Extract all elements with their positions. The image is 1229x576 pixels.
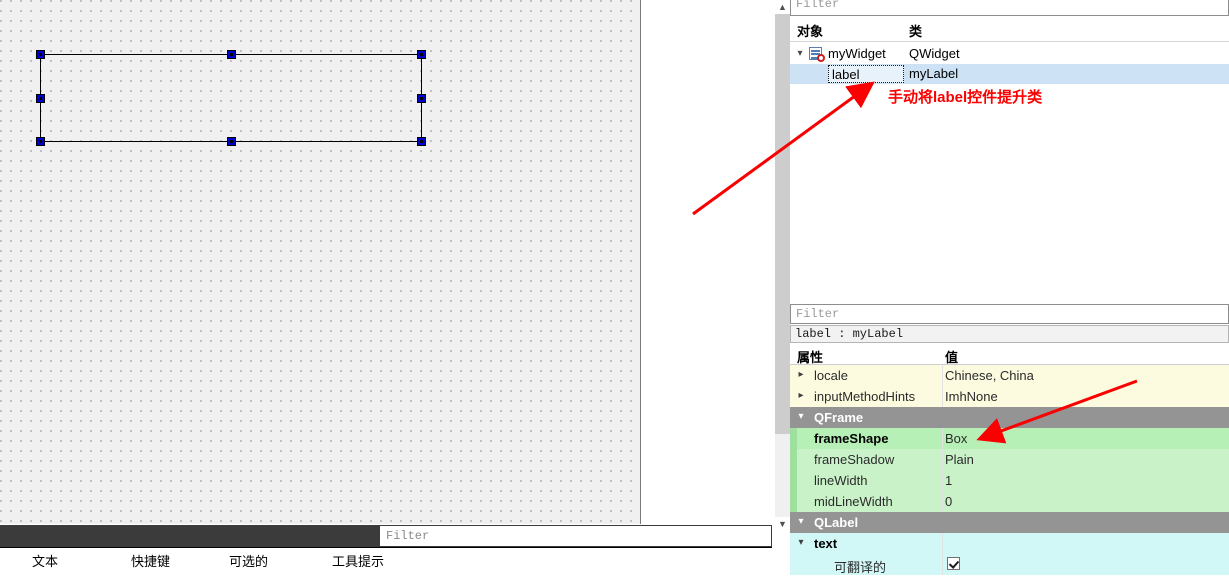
resize-handle-w[interactable]: [36, 93, 45, 103]
resize-handle-ne[interactable]: [417, 50, 426, 59]
chevron-up-icon[interactable]: ▲: [775, 0, 790, 14]
action-column-shortcut[interactable]: 快捷键: [131, 551, 170, 570]
object-name-mywidget: myWidget: [828, 46, 886, 61]
resize-handle-s[interactable]: [226, 137, 236, 146]
chevron-down-icon[interactable]: ▾: [795, 516, 807, 528]
property-value-inputmethodhints[interactable]: ImhNone: [945, 389, 998, 404]
action-column-checkable[interactable]: 可选的: [229, 551, 268, 570]
property-group-qlabel[interactable]: ▾ QLabel: [790, 512, 1229, 533]
object-tree-row-label[interactable]: label myLabel: [790, 64, 1229, 84]
action-column-text[interactable]: 文本: [32, 551, 58, 570]
action-filter-input[interactable]: Filter: [380, 525, 772, 547]
column-divider: [942, 512, 943, 533]
property-row-midlinewidth[interactable]: midLineWidth 0: [790, 491, 1229, 512]
property-row-linewidth[interactable]: lineWidth 1: [790, 470, 1229, 491]
column-divider: [942, 554, 943, 575]
property-name-midlinewidth: midLineWidth: [814, 494, 893, 509]
row-accent-stripe: [790, 491, 797, 512]
column-divider: [942, 407, 943, 428]
row-accent-stripe: [790, 470, 797, 491]
scrollbar-thumb[interactable]: [775, 14, 790, 434]
action-editor-toolbar[interactable]: [0, 525, 380, 547]
chevron-right-icon[interactable]: ▸: [795, 369, 807, 381]
action-column-tooltip[interactable]: 工具提示: [332, 551, 384, 570]
canvas-gutter: [642, 0, 772, 524]
object-name-label: label: [832, 67, 860, 82]
object-inspector-panel: Filter 对象 类 ▾ myWidget QWidget label myL…: [790, 0, 1229, 300]
object-class-qwidget: QWidget: [909, 46, 960, 61]
object-filter-placeholder: Filter: [796, 0, 840, 11]
resize-handle-n[interactable]: [226, 50, 236, 59]
property-group-qframe[interactable]: ▾ QFrame: [790, 407, 1229, 428]
property-row-locale[interactable]: ▸ locale Chinese, China: [790, 365, 1229, 386]
column-divider: [942, 533, 943, 554]
property-name-frameshadow: frameShadow: [814, 452, 895, 467]
property-value-frameshape[interactable]: Box: [945, 431, 967, 446]
property-object-line: label : myLabel: [790, 325, 1229, 343]
property-rows: ▸ locale Chinese, China ▸ inputMethodHin…: [790, 365, 1229, 575]
resize-handle-nw[interactable]: [36, 50, 45, 59]
main-vertical-scrollbar[interactable]: ▲ ▼: [772, 0, 790, 531]
property-column-value[interactable]: 值: [945, 347, 958, 366]
object-column-class[interactable]: 类: [909, 21, 922, 40]
property-value-frameshadow[interactable]: Plain: [945, 452, 974, 467]
object-inspector-filter-input[interactable]: Filter: [790, 0, 1229, 16]
object-class-mylabel: myLabel: [909, 66, 959, 81]
property-value-locale[interactable]: Chinese, China: [945, 368, 1034, 383]
action-editor-panel: Filter 文本 快捷键 可选的 工具提示: [0, 525, 772, 571]
property-group-label-qframe: QFrame: [814, 410, 864, 425]
action-editor-header: 文本 快捷键 可选的 工具提示: [0, 547, 772, 571]
object-tree-row-mywidget[interactable]: ▾ myWidget QWidget: [790, 44, 1229, 64]
property-group-label-qlabel: QLabel: [814, 515, 859, 530]
property-name-text: text: [814, 536, 838, 551]
property-object-label: label : myLabel: [795, 327, 904, 341]
row-accent-stripe: [790, 428, 797, 449]
property-row-translatable[interactable]: 可翻译的: [790, 554, 1229, 575]
property-name-frameshape: frameShape: [814, 431, 889, 446]
property-column-name[interactable]: 属性: [797, 347, 823, 366]
property-row-frameshape[interactable]: frameShape Box: [790, 428, 1229, 449]
chevron-down-icon[interactable]: ▾: [795, 537, 807, 549]
property-row-text[interactable]: ▾ text: [790, 533, 1229, 554]
chevron-down-icon[interactable]: ▾: [795, 411, 807, 423]
property-filter-input[interactable]: Filter: [790, 304, 1229, 324]
chevron-right-icon[interactable]: ▸: [795, 390, 807, 402]
column-divider: [942, 365, 943, 386]
property-row-inputmethodhints[interactable]: ▸ inputMethodHints ImhNone: [790, 386, 1229, 407]
property-row-frameshadow[interactable]: frameShadow Plain: [790, 449, 1229, 470]
property-name-locale: locale: [814, 368, 848, 383]
property-value-midlinewidth[interactable]: 0: [945, 494, 952, 509]
column-divider: [942, 470, 943, 491]
selected-widget-frame[interactable]: [36, 50, 426, 146]
property-name-translatable: 可翻译的: [834, 560, 887, 575]
form-design-canvas[interactable]: [0, 0, 641, 524]
widget-form-icon: [809, 47, 825, 62]
action-filter-placeholder: Filter: [386, 529, 430, 543]
property-editor-header: 属性 值: [790, 344, 1229, 365]
resize-handle-e[interactable]: [417, 93, 426, 103]
column-divider: [942, 386, 943, 407]
column-divider: [942, 449, 943, 470]
property-filter-placeholder: Filter: [796, 307, 840, 321]
property-name-linewidth: lineWidth: [814, 473, 868, 488]
translatable-checkbox[interactable]: [947, 557, 960, 570]
resize-handle-sw[interactable]: [36, 137, 45, 146]
column-divider: [942, 491, 943, 512]
property-value-linewidth[interactable]: 1: [945, 473, 952, 488]
object-name-editor[interactable]: label: [828, 65, 904, 83]
property-editor-panel: Filter label : myLabel 属性 值 ▸ locale Chi…: [790, 304, 1229, 575]
column-divider: [942, 428, 943, 449]
chevron-down-icon[interactable]: ▾: [794, 48, 806, 60]
chevron-down-icon[interactable]: ▼: [775, 517, 790, 531]
property-name-inputmethodhints: inputMethodHints: [814, 389, 916, 404]
object-column-object[interactable]: 对象: [797, 21, 823, 40]
row-accent-stripe: [790, 449, 797, 470]
object-inspector-header: 对象 类: [790, 17, 1229, 42]
resize-handle-se[interactable]: [417, 137, 426, 146]
